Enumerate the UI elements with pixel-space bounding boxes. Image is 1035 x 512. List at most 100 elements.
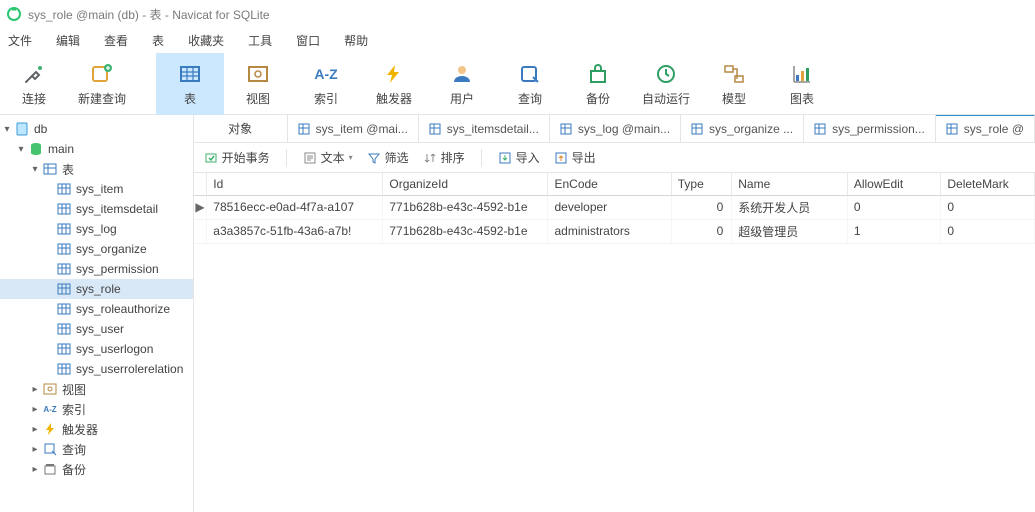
editor-tab[interactable]: sys_organize ... <box>681 115 804 142</box>
menu-help[interactable]: 帮助 <box>344 32 368 49</box>
menu-tools[interactable]: 工具 <box>248 32 272 49</box>
toolbar-trigger[interactable]: 触发器 <box>360 53 428 115</box>
sidebar[interactable]: ▾ db ▾ main <box>0 115 194 512</box>
chevron-down-icon[interactable]: ▾ <box>14 142 28 156</box>
action-filter[interactable]: 筛选 <box>367 149 409 166</box>
cell-organizeid[interactable]: 771b628b-e43c-4592-b1e <box>383 195 548 219</box>
menu-table[interactable]: 表 <box>152 32 164 49</box>
table-row[interactable]: ▶78516ecc-e0ad-4f7a-a107771b628b-e43c-45… <box>194 195 1035 219</box>
table-row[interactable]: a3a3857c-51fb-43a6-a7b!771b628b-e43c-459… <box>194 219 1035 243</box>
tree-node-backups[interactable]: ▸ 备份 <box>0 459 193 479</box>
chevron-down-icon[interactable]: ▾ <box>28 162 42 176</box>
tree-table-item[interactable]: ▸sys_roleauthorize <box>0 299 193 319</box>
editor-tab-label: sys_item @mai... <box>316 122 408 136</box>
tab-objects[interactable]: 对象 <box>194 115 288 142</box>
chevron-right-icon[interactable]: ▸ <box>28 382 42 396</box>
menu-favorites[interactable]: 收藏夹 <box>188 32 224 49</box>
action-begin-transaction[interactable]: 开始事务 <box>204 149 270 166</box>
toolbar-automation[interactable]: 自动运行 <box>632 53 700 115</box>
cell-deletemark[interactable]: 0 <box>941 195 1035 219</box>
toolbar-connect[interactable]: 连接 <box>0 53 68 115</box>
menu-window[interactable]: 窗口 <box>296 32 320 49</box>
tree-table-item[interactable]: ▸sys_userrolerelation <box>0 359 193 379</box>
editor-tab[interactable]: sys_permission... <box>804 115 936 142</box>
toolbar-view[interactable]: 视图 <box>224 53 292 115</box>
editor-tab-label: sys_role @ <box>964 122 1024 136</box>
editor-tab[interactable]: sys_item @mai... <box>288 115 419 142</box>
action-sort[interactable]: 排序 <box>423 149 465 166</box>
action-export[interactable]: 导出 <box>554 149 596 166</box>
toolbar-chart[interactable]: 图表 <box>768 53 836 115</box>
row-indicator: ▶ <box>194 195 207 219</box>
tree-node-triggers[interactable]: ▸ 触发器 <box>0 419 193 439</box>
cell-type[interactable]: 0 <box>671 195 732 219</box>
tree-table-item[interactable]: ▸sys_itemsdetail <box>0 199 193 219</box>
cell-allowedit[interactable]: 1 <box>847 219 941 243</box>
cell-encode[interactable]: developer <box>548 195 671 219</box>
tree-table-item-label: sys_role <box>76 282 121 296</box>
editor-tab[interactable]: sys_role @ <box>936 115 1035 142</box>
action-begin-transaction-label: 开始事务 <box>222 149 270 166</box>
col-header-organizeid[interactable]: OrganizeId <box>383 173 548 195</box>
chevron-right-icon[interactable]: ▸ <box>28 422 42 436</box>
plug-icon <box>22 62 46 86</box>
cell-id[interactable]: a3a3857c-51fb-43a6-a7b! <box>207 219 383 243</box>
toolbar-query[interactable]: 查询 <box>496 53 564 115</box>
toolbar-table[interactable]: 表 <box>156 53 224 115</box>
cell-allowedit[interactable]: 0 <box>847 195 941 219</box>
action-text-label: 文本 <box>321 149 345 166</box>
menu-view[interactable]: 查看 <box>104 32 128 49</box>
table-icon <box>56 241 72 257</box>
col-header-encode[interactable]: EnCode <box>548 173 671 195</box>
table-icon <box>56 281 72 297</box>
chevron-right-icon[interactable]: ▸ <box>28 442 42 456</box>
tree-node-indexes[interactable]: ▸ A-Z 索引 <box>0 399 193 419</box>
cell-type[interactable]: 0 <box>671 219 732 243</box>
tree-node-queries[interactable]: ▸ 查询 <box>0 439 193 459</box>
tree-table-item[interactable]: ▸sys_permission <box>0 259 193 279</box>
toolbar-index[interactable]: A-Z 索引 <box>292 53 360 115</box>
tree-table-item[interactable]: ▸sys_item <box>0 179 193 199</box>
toolbar: 连接 新建查询 表 视图 A-Z 索引 触发器 用户 查询 备份 自动运行 模型 <box>0 52 1035 114</box>
tree-table-item[interactable]: ▸sys_role <box>0 279 193 299</box>
toolbar-model[interactable]: 模型 <box>700 53 768 115</box>
transaction-icon <box>204 151 218 165</box>
cell-name[interactable]: 系统开发人员 <box>732 195 848 219</box>
tree-table-item[interactable]: ▸sys_organize <box>0 239 193 259</box>
tree-table-item[interactable]: ▸sys_log <box>0 219 193 239</box>
col-header-id[interactable]: Id <box>207 173 383 195</box>
editor-tab[interactable]: sys_itemsdetail... <box>419 115 550 142</box>
menubar: 文件 编辑 查看 表 收藏夹 工具 窗口 帮助 <box>0 28 1035 52</box>
toolbar-new-query[interactable]: 新建查询 <box>68 53 136 115</box>
cell-encode[interactable]: administrators <box>548 219 671 243</box>
cell-deletemark[interactable]: 0 <box>941 219 1035 243</box>
menu-file[interactable]: 文件 <box>8 32 32 49</box>
chevron-right-icon[interactable]: ▸ <box>28 462 42 476</box>
window-title: sys_role @main (db) - 表 - Navicat for SQ… <box>28 6 270 23</box>
toolbar-backup[interactable]: 备份 <box>564 53 632 115</box>
col-header-deletemark[interactable]: DeleteMark <box>941 173 1035 195</box>
tree-node-main[interactable]: ▾ main <box>0 139 193 159</box>
tree-node-db[interactable]: ▾ db <box>0 119 193 139</box>
tree-node-tables[interactable]: ▾ 表 <box>0 159 193 179</box>
grid-corner <box>194 173 207 195</box>
action-import-label: 导入 <box>516 149 540 166</box>
col-header-allowedit[interactable]: AllowEdit <box>847 173 941 195</box>
cell-id[interactable]: 78516ecc-e0ad-4f7a-a107 <box>207 195 383 219</box>
chevron-right-icon[interactable]: ▸ <box>28 402 42 416</box>
menu-edit[interactable]: 编辑 <box>56 32 80 49</box>
col-header-name[interactable]: Name <box>732 173 848 195</box>
cell-organizeid[interactable]: 771b628b-e43c-4592-b1e <box>383 219 548 243</box>
tree-table-item[interactable]: ▸sys_user <box>0 319 193 339</box>
editor-tab[interactable]: sys_log @main... <box>550 115 681 142</box>
chevron-down-icon[interactable]: ▾ <box>0 122 14 136</box>
col-header-type[interactable]: Type <box>671 173 732 195</box>
action-import[interactable]: 导入 <box>498 149 540 166</box>
tree-table-item[interactable]: ▸sys_userlogon <box>0 339 193 359</box>
tree-node-views[interactable]: ▸ 视图 <box>0 379 193 399</box>
cell-name[interactable]: 超级管理员 <box>732 219 848 243</box>
action-text[interactable]: 文本 ▾ <box>303 149 353 166</box>
data-grid[interactable]: Id OrganizeId EnCode Type Name AllowEdit… <box>194 173 1035 512</box>
toolbar-user[interactable]: 用户 <box>428 53 496 115</box>
tree-node-queries-label: 查询 <box>62 441 86 458</box>
